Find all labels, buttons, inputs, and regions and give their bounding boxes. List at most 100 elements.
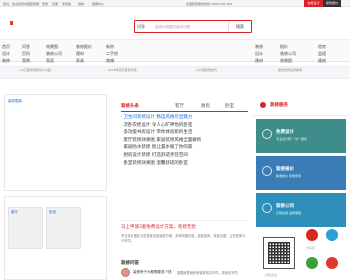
logo-icon[interactable] — [10, 21, 13, 25]
nav-item[interactable]: 首页 — [2, 43, 10, 50]
nav-item[interactable]: 商铺 — [106, 57, 118, 64]
quote-icon — [262, 166, 272, 176]
social-label: 分享到 — [306, 246, 316, 250]
card-subtitle: 正规资质 品质保障 — [276, 211, 301, 215]
design-icon — [262, 129, 272, 139]
nav-item[interactable]: 建材 — [255, 57, 263, 64]
qa-question: 装修房子大概需要多少钱 — [133, 270, 172, 274]
nav-item[interactable]: 效果图 — [280, 57, 296, 64]
nav-item[interactable]: 问答 — [22, 43, 30, 50]
nav-col-right-1: 装修 设计 建材 — [255, 43, 263, 64]
banner-item[interactable]: 10万装修预算怎么分配 — [20, 68, 51, 73]
nav-col-2: 问答 百科 案例 — [22, 43, 30, 64]
tab-kitchen[interactable]: 厨房 — [201, 102, 210, 112]
image-gallery-bottom: 客厅 卧室 — [4, 196, 107, 280]
nav-item[interactable]: 验房 — [318, 43, 326, 50]
nav-item[interactable]: 装修 — [255, 43, 263, 50]
qr-label: 扫码关注 — [265, 273, 278, 277]
nav-item[interactable]: 维修 — [318, 57, 326, 64]
wechat-icon[interactable] — [306, 257, 318, 269]
topbar-link-login[interactable]: 登录 — [42, 2, 48, 6]
news-item[interactable]: 客厅装修效果图 家居装修风格全面解析 — [121, 137, 248, 145]
nav-col-right-3: 验房 监理 维修 — [318, 43, 326, 64]
gallery-tile-label: 卧室 — [49, 210, 56, 214]
nav-col-right-2: 报价 装修公司 效果图 — [280, 43, 296, 64]
tab-living[interactable]: 客厅 — [175, 102, 184, 112]
news-item[interactable]: 厨房设计装修 打造舒适烹饪空间 — [121, 152, 248, 160]
nav-item[interactable]: 二手房 — [106, 50, 118, 57]
news-section: 装修头条 客厅 厨房 卧室 卫生间装修设计 精选风格尽显魅力 次卧衣柜设计 令人… — [121, 94, 248, 280]
news-item[interactable]: 次卧衣柜设计 令人心旷神怡的卧室 — [121, 122, 248, 130]
news-item[interactable]: 家居防水装修 别让漏水毁了你的家 — [121, 144, 248, 152]
quote-button[interactable]: 装修报价 — [323, 0, 341, 7]
topbar-link-mobile[interactable]: 手机版 — [62, 2, 71, 6]
tab-headline[interactable]: 装修头条 — [121, 102, 139, 112]
qq-icon[interactable] — [326, 229, 338, 241]
hotline-text: 全国装修服务热线 4000-100-100 — [186, 2, 233, 6]
banner-item[interactable]: 2018年流行装修风格 — [108, 68, 137, 73]
service-card-quote[interactable]: 装修报价 精准报价 拒绝增项 — [256, 156, 346, 190]
gallery-tile[interactable]: 卧室 — [46, 207, 81, 249]
avatar — [121, 268, 130, 277]
nav-item[interactable]: 案例 — [22, 57, 30, 64]
topbar-link-wechat[interactable]: 微信 — [78, 2, 84, 6]
nav-item[interactable]: 新房 — [106, 43, 118, 50]
card-title: 装修报价 — [276, 167, 294, 172]
qa-item[interactable]: 装修房子大概需要多少钱 根据房屋面积和装修档次不同，费用也不同 — [121, 267, 248, 279]
qa-section-title: 装修问答 — [121, 261, 139, 266]
promo-link[interactable]: 马上申请3套免费设计方案，装修无忧 — [121, 224, 196, 230]
nav-item[interactable]: 建材 — [76, 50, 92, 57]
gallery-tile-label: 客厅 — [11, 210, 18, 214]
nav-col-1: 首页 设计 装修 — [2, 43, 10, 64]
nav-item[interactable]: 百科 — [22, 50, 30, 57]
nav-item[interactable]: 设计 — [255, 50, 263, 57]
nav-col-5: 新房 二手房 商铺 — [106, 43, 118, 64]
nav-item[interactable]: 设计 — [2, 50, 10, 57]
topbar-link-service[interactable]: 客服中心 — [92, 2, 104, 6]
weibo-icon[interactable] — [306, 229, 318, 241]
divider — [121, 220, 248, 221]
nav-item[interactable]: 效果图 — [46, 43, 62, 50]
service-card-design[interactable]: 免费设计 专业设计师 一对一服务 — [256, 119, 346, 153]
banner-item[interactable]: 装修合同注意事项 — [278, 68, 302, 73]
qr-code-icon — [263, 237, 295, 269]
nav-item[interactable]: 报价 — [280, 43, 296, 50]
search-category-select[interactable]: 问答 — [137, 24, 145, 30]
nav-item[interactable]: 装修公司 — [280, 50, 296, 57]
nav-item[interactable]: 装修报价 — [76, 43, 92, 50]
news-item[interactable]: 卧室装修效果图 温馨舒适的卧室 — [121, 160, 248, 168]
service-card-company[interactable]: 装修公司 正规资质 品质保障 — [256, 193, 346, 227]
nav-col-3: 效果图 装修公司 家居 — [46, 43, 62, 64]
header: 问答 搜索你想要的装修问题 搜索 — [0, 7, 350, 40]
news-item[interactable]: 多功能书房设计 带你体验新的生活 — [121, 129, 248, 137]
service-icon — [260, 102, 266, 108]
welcome-text: 您好，欢迎来到中国装修网 — [3, 2, 40, 6]
card-subtitle: 专业设计师 一对一服务 — [276, 137, 307, 141]
tab-bedroom[interactable]: 卧室 — [225, 102, 234, 112]
nav-col-4: 装修报价 建材 家具 — [76, 43, 92, 64]
nav-item[interactable]: 家具 — [76, 57, 92, 64]
search-button[interactable]: 搜索 — [228, 21, 251, 32]
search-button-label: 搜索 — [236, 24, 244, 29]
banner-strip: 10万装修预算怎么分配 2018年流行装修风格 小户型装修技巧 装修合同注意事项 — [0, 66, 350, 79]
company-icon — [262, 203, 272, 213]
banner-item[interactable]: 小户型装修技巧 — [196, 68, 217, 73]
nav-item[interactable]: 装修 — [2, 57, 10, 64]
search-input[interactable]: 搜索你想要的装修问题 — [155, 25, 190, 30]
topbar-link-register[interactable]: 注册 — [52, 2, 58, 6]
news-list: 卫生间装修设计 精选风格尽显魅力 次卧衣柜设计 令人心旷神怡的卧室 多功能书房设… — [121, 114, 248, 167]
news-item[interactable]: 卫生间装修设计 精选风格尽显魅力 — [121, 114, 248, 122]
card-title: 装修公司 — [276, 204, 294, 209]
gallery-tile[interactable]: 客厅 — [8, 207, 43, 249]
search-box: 问答 搜索你想要的装修问题 搜索 — [134, 20, 252, 33]
news-tabs: 装修头条 客厅 厨房 卧室 — [121, 102, 248, 112]
qa-answer: 根据房屋面积和装修档次不同，费用也不同 — [177, 271, 238, 275]
top-bar: 您好，欢迎来到中国装修网 登录 注册 手机版 微信 客服中心 全国装修服务热线 … — [0, 0, 350, 7]
service-title: 装修服务 — [270, 103, 288, 108]
nav-item[interactable]: 监理 — [318, 50, 326, 57]
image-gallery-top[interactable]: 装修图库 — [4, 94, 107, 191]
nav-item[interactable]: 家居 — [46, 57, 62, 64]
app-icon[interactable] — [326, 257, 338, 269]
nav-item[interactable]: 装修公司 — [46, 50, 62, 57]
free-design-button[interactable]: 免费设计 — [304, 0, 323, 7]
